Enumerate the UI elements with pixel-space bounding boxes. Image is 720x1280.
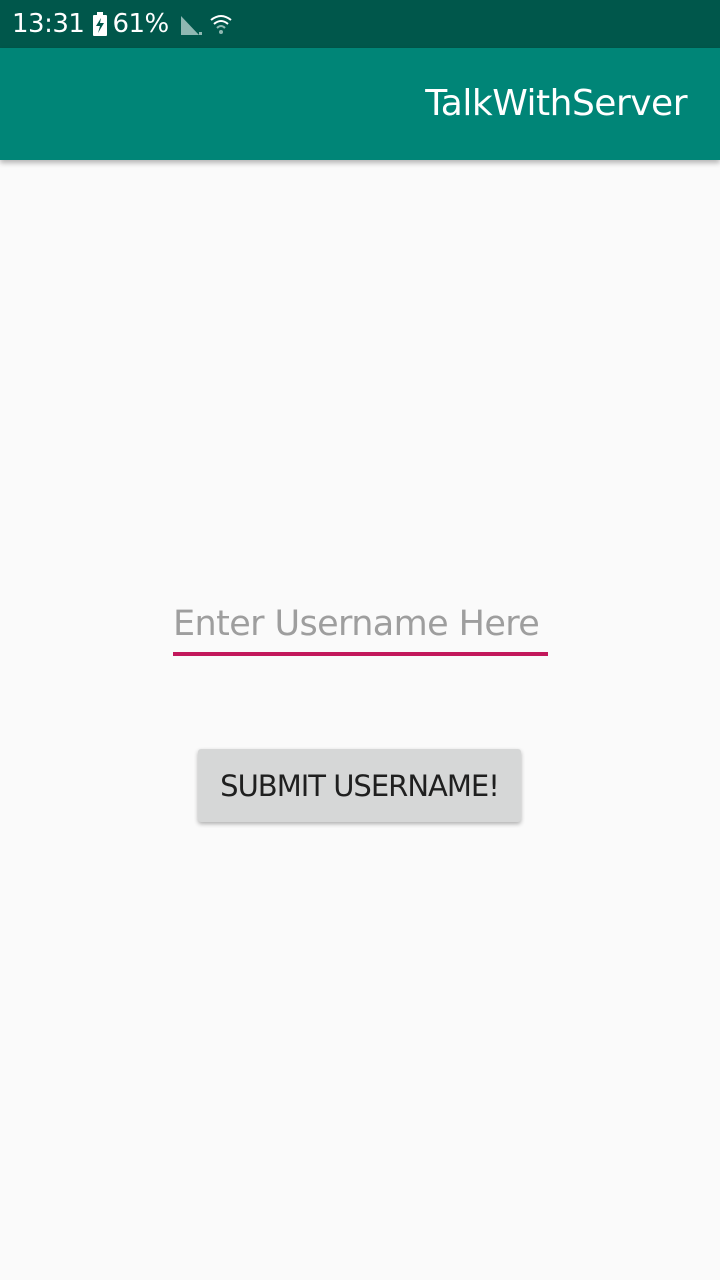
cell-signal-icon [179,13,203,35]
main-content: SUBMIT USERNAME! [0,160,720,1280]
username-input[interactable] [173,596,548,656]
app-bar: TalkWithServer [0,48,720,160]
battery-percent: 61% [112,9,169,39]
app-title: TalkWithServer [425,83,687,124]
status-bar: 13:31 61% [0,0,720,48]
battery-charging-icon [92,12,108,36]
status-time: 13:31 [12,9,85,39]
submit-username-button[interactable]: SUBMIT USERNAME! [198,749,521,822]
wifi-icon [209,12,233,36]
